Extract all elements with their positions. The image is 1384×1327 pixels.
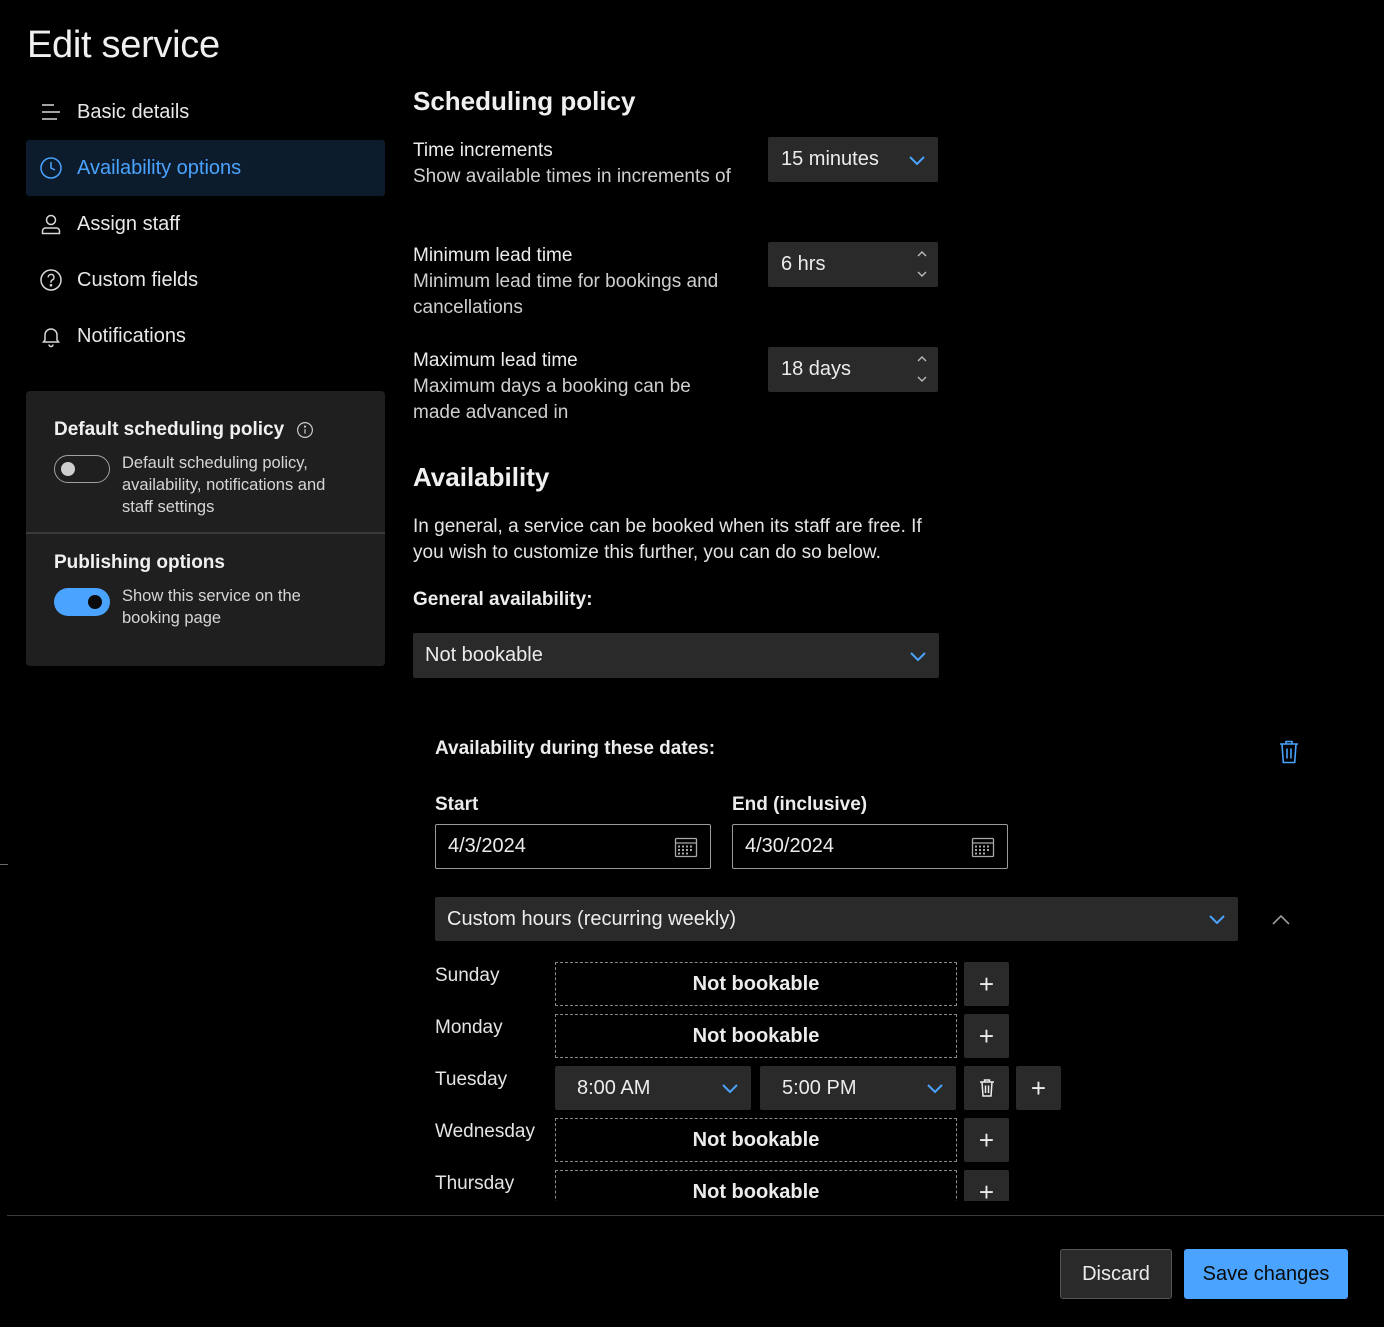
- spinner-arrows-icon[interactable]: [916, 248, 928, 280]
- add-time-button[interactable]: +: [964, 1170, 1009, 1201]
- default-policy-description: Default scheduling policy, availability,…: [122, 454, 326, 516]
- custom-hours-select[interactable]: Custom hours (recurring weekly): [435, 897, 1238, 941]
- chevron-up-icon[interactable]: [1271, 914, 1291, 926]
- policy-card: Default scheduling policy Default schedu…: [26, 391, 385, 666]
- chevron-down-icon: [1209, 915, 1225, 925]
- add-time-button[interactable]: +: [964, 1014, 1009, 1058]
- start-date-label: Start: [435, 794, 479, 815]
- end-date-input[interactable]: 4/30/2024: [732, 824, 1008, 869]
- general-availability-label: General availability:: [413, 589, 593, 610]
- nav-item-assign-staff[interactable]: Assign staff: [26, 196, 385, 252]
- min-lead-spinbox[interactable]: 6 hrs: [768, 242, 938, 287]
- time-increments-description: Show available times in increments of: [413, 166, 731, 187]
- calendar-icon[interactable]: [971, 836, 995, 858]
- nav-label: Basic details: [77, 100, 190, 123]
- delete-time-button[interactable]: [964, 1066, 1009, 1110]
- nav-item-basic-details[interactable]: Basic details: [26, 84, 385, 140]
- start-date-value: 4/3/2024: [448, 835, 526, 857]
- default-policy-title: Default scheduling policy: [54, 419, 357, 441]
- not-bookable-slot: Not bookable: [555, 1118, 957, 1162]
- nav-item-notifications[interactable]: Notifications: [26, 308, 385, 364]
- add-time-button[interactable]: +: [964, 962, 1009, 1006]
- add-time-button[interactable]: +: [1016, 1066, 1061, 1110]
- end-date-label: End (inclusive): [732, 794, 868, 815]
- general-availability-value: Not bookable: [425, 644, 543, 666]
- general-availability-select[interactable]: Not bookable: [413, 633, 939, 678]
- person-icon: [38, 211, 64, 237]
- add-time-button[interactable]: +: [964, 1118, 1009, 1162]
- start-time-select[interactable]: 8:00 AM: [555, 1066, 751, 1110]
- custom-hours-value: Custom hours (recurring weekly): [447, 907, 736, 930]
- publishing-options-title: Publishing options: [54, 552, 225, 573]
- nav-item-availability-options[interactable]: Availability options: [26, 140, 385, 196]
- publishing-description: Show this service on the booking page: [122, 587, 301, 627]
- end-time-value: 5:00 PM: [782, 1076, 857, 1099]
- start-time-value: 8:00 AM: [577, 1076, 651, 1099]
- availability-description: In general, a service can be booked when…: [413, 516, 922, 563]
- availability-dates-label: Availability during these dates:: [435, 738, 716, 759]
- max-lead-description: Maximum days a booking can be made advan…: [413, 376, 691, 423]
- chevron-down-icon: [909, 155, 925, 165]
- not-bookable-slot: Not bookable: [555, 1170, 957, 1201]
- time-increments-select[interactable]: 15 minutes: [768, 137, 938, 182]
- availability-heading: Availability: [413, 462, 550, 492]
- min-lead-label: Minimum lead time: [413, 245, 573, 266]
- default-policy-title-text: Default scheduling policy: [54, 419, 285, 440]
- nav-label: Notifications: [77, 324, 186, 347]
- plus-icon: +: [978, 1176, 995, 1202]
- footer-divider: [7, 1215, 1384, 1216]
- day-label-thursday: Thursday: [435, 1173, 515, 1194]
- max-lead-spinbox[interactable]: 18 days: [768, 347, 938, 392]
- day-label-tuesday: Tuesday: [435, 1069, 508, 1090]
- text-lines-icon: [38, 99, 64, 125]
- nav-label: Assign staff: [77, 212, 181, 235]
- nav-label: Availability options: [77, 156, 242, 179]
- not-bookable-slot: Not bookable: [555, 1014, 957, 1058]
- publishing-toggle[interactable]: [54, 588, 110, 616]
- bell-icon: [38, 323, 64, 349]
- chevron-down-icon: [910, 651, 926, 661]
- page-title: Edit service: [27, 24, 220, 66]
- scheduling-policy-heading: Scheduling policy: [413, 86, 636, 116]
- divider-tick: [0, 864, 8, 865]
- end-time-select[interactable]: 5:00 PM: [760, 1066, 956, 1110]
- min-lead-value: 6 hrs: [781, 253, 826, 275]
- time-increments-label: Time increments: [413, 140, 553, 161]
- discard-button[interactable]: Discard: [1060, 1249, 1172, 1299]
- end-date-value: 4/30/2024: [745, 835, 834, 857]
- nav-label: Custom fields: [77, 268, 199, 291]
- calendar-icon[interactable]: [674, 836, 698, 858]
- delete-icon[interactable]: [1278, 739, 1300, 765]
- clock-icon: [38, 155, 64, 181]
- weekly-hours-scroll: Sunday Not bookable + Monday Not bookabl…: [420, 955, 1120, 1201]
- time-increments-value: 15 minutes: [781, 148, 879, 170]
- max-lead-value: 18 days: [781, 358, 852, 380]
- chevron-down-icon: [927, 1084, 943, 1094]
- day-label-monday: Monday: [435, 1017, 503, 1038]
- plus-icon: +: [1030, 1072, 1047, 1103]
- nav-item-custom-fields[interactable]: Custom fields: [26, 252, 385, 308]
- day-label-sunday: Sunday: [435, 965, 500, 986]
- info-icon[interactable]: [296, 421, 314, 439]
- plus-icon: +: [978, 968, 995, 999]
- default-policy-toggle[interactable]: [54, 455, 110, 483]
- chevron-down-icon: [722, 1084, 738, 1094]
- save-changes-button[interactable]: Save changes: [1184, 1249, 1348, 1299]
- plus-icon: +: [978, 1020, 995, 1051]
- sidebar-nav: Basic details Availability options Assig…: [26, 84, 385, 364]
- day-label-wednesday: Wednesday: [435, 1121, 535, 1142]
- question-circle-icon: [38, 267, 64, 293]
- delete-icon: [979, 1079, 994, 1097]
- not-bookable-slot: Not bookable: [555, 962, 957, 1006]
- start-date-input[interactable]: 4/3/2024: [435, 824, 711, 869]
- min-lead-description: Minimum lead time for bookings and cance…: [413, 271, 719, 318]
- spinner-arrows-icon[interactable]: [916, 353, 928, 385]
- plus-icon: +: [978, 1124, 995, 1155]
- max-lead-label: Maximum lead time: [413, 350, 578, 371]
